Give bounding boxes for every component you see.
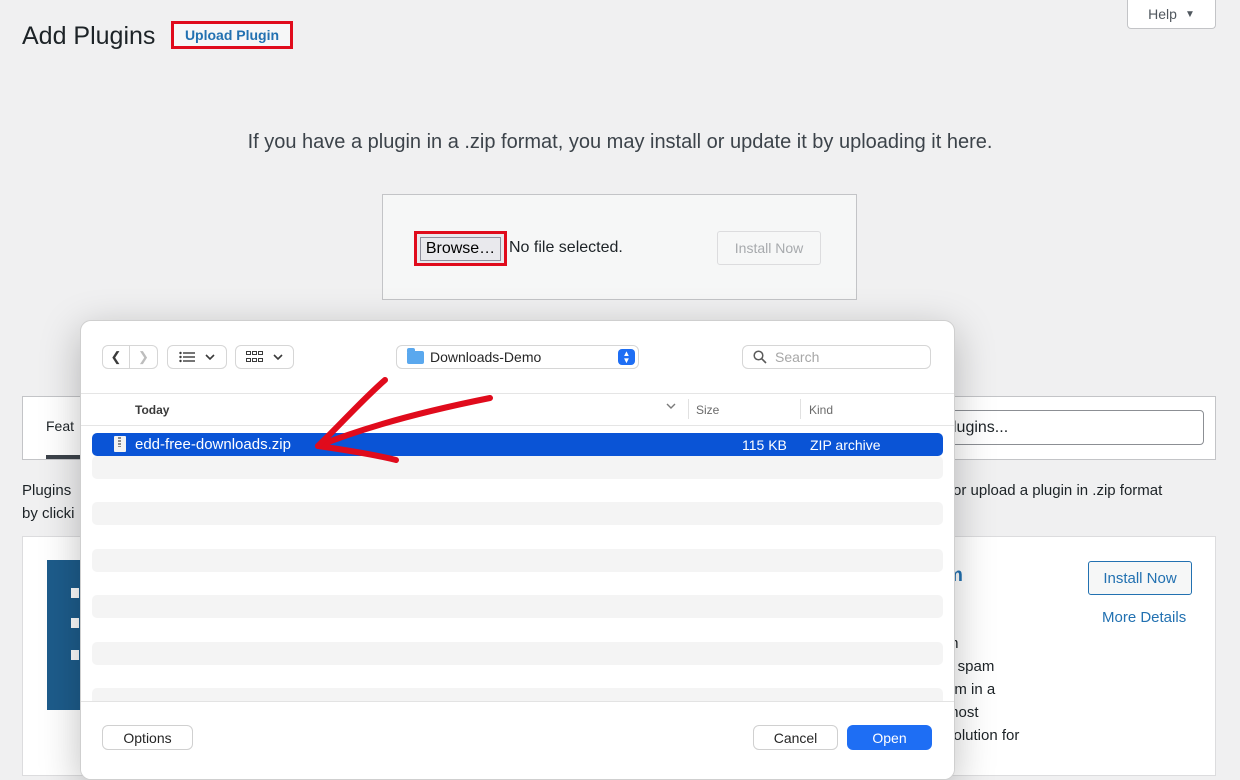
back-button[interactable]: ❮ (102, 345, 130, 369)
plugins-intro-text-right: ory or upload a plugin in .zip format (928, 479, 1162, 502)
upload-plugin-button[interactable]: Upload Plugin (171, 21, 293, 49)
up-down-stepper-icon: ▲ ▼ (618, 349, 635, 365)
search-icon (753, 350, 767, 364)
chevron-left-icon: ❮ (110, 349, 122, 364)
search-plugins-input[interactable]: lugins... (940, 410, 1204, 445)
column-header-date[interactable]: Today (135, 403, 169, 417)
plugins-intro-text: Plugins by clicki (22, 479, 75, 525)
file-name: edd-free-downloads.zip (135, 436, 291, 453)
options-button[interactable]: Options (102, 725, 193, 750)
chevron-down-icon (273, 354, 283, 361)
file-size: 115 KB (742, 437, 787, 453)
dialog-search-input[interactable] (775, 349, 915, 365)
help-label: Help (1148, 6, 1177, 22)
chevron-right-icon: ❯ (138, 349, 149, 364)
open-button[interactable]: Open (847, 725, 932, 750)
browse-label: Browse… (419, 236, 502, 261)
no-file-selected-text: No file selected. (509, 239, 623, 256)
cancel-button[interactable]: Cancel (753, 725, 838, 750)
folder-name: Downloads-Demo (430, 349, 542, 365)
sort-chevron-icon (666, 403, 676, 409)
browse-button[interactable]: Browse… (414, 231, 507, 266)
grid-icon (246, 351, 263, 362)
plugins-intro-line-2: by clicki (22, 505, 75, 522)
list-view-button[interactable] (167, 345, 227, 369)
caret-down-icon: ▼ (1184, 8, 1195, 20)
install-now-upload-button[interactable]: Install Now (717, 231, 821, 265)
page-title: Add Plugins (22, 22, 156, 50)
empty-row (92, 642, 943, 665)
upload-description: If you have a plugin in a .zip format, y… (247, 131, 993, 153)
plugin-desc-line: m (946, 632, 1019, 655)
dialog-search-field[interactable] (742, 345, 931, 369)
plugin-description: m k spam am in a most solution for (946, 632, 1019, 747)
forward-button[interactable]: ❯ (130, 345, 158, 369)
active-tab-indicator (46, 455, 80, 459)
empty-row (92, 456, 943, 479)
file-row[interactable]: edd-free-downloads.zip 115 KB ZIP archiv… (92, 433, 943, 456)
install-now-button[interactable]: Install Now (1088, 561, 1192, 595)
file-open-dialog: ❮ ❯ Downloads-Demo ▲▼ Today Size Kind ed… (80, 320, 955, 780)
icon-view-button[interactable] (235, 345, 294, 369)
list-icon (179, 351, 195, 363)
plugin-desc-line: k spam (946, 658, 995, 675)
folder-icon (407, 347, 424, 364)
plugin-desc-line: solution for (946, 727, 1020, 744)
plugin-desc-line: most (946, 704, 979, 721)
plugin-desc-line: am in a (946, 681, 996, 698)
plugins-intro-rest: or upload a plugin in .zip format (948, 482, 1163, 499)
file-kind: ZIP archive (810, 437, 881, 453)
chevron-down-icon (205, 354, 215, 361)
empty-row (92, 595, 943, 618)
zip-file-icon (114, 436, 126, 452)
column-header-size[interactable]: Size (696, 403, 719, 417)
more-details-link[interactable]: More Details (1102, 609, 1186, 626)
column-divider (800, 399, 801, 419)
help-button[interactable]: Help ▼ (1127, 0, 1216, 29)
column-header-kind[interactable]: Kind (809, 403, 833, 417)
column-divider (688, 399, 689, 419)
tab-featured[interactable]: Feat (46, 418, 74, 434)
empty-row (92, 502, 943, 525)
empty-row (92, 549, 943, 572)
plugins-intro-line-1: Plugins (22, 482, 72, 499)
folder-location-select[interactable]: Downloads-Demo ▲ ▼ (396, 345, 639, 369)
